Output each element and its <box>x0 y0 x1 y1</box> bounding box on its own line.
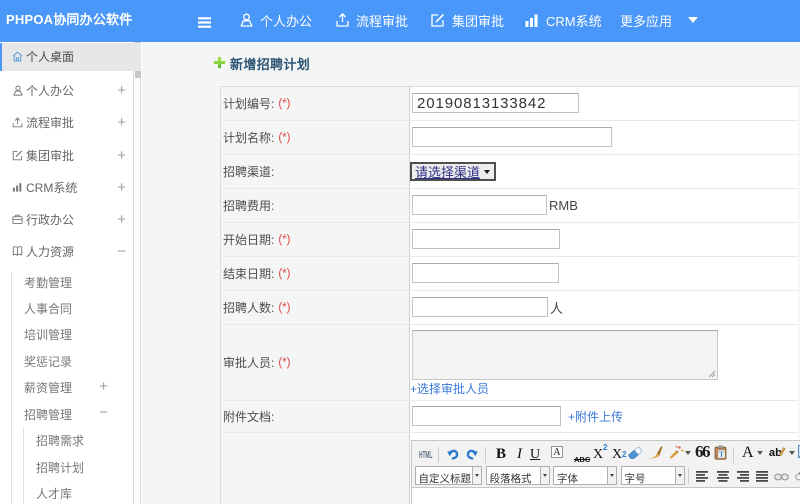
svg-text:T: T <box>719 450 724 459</box>
